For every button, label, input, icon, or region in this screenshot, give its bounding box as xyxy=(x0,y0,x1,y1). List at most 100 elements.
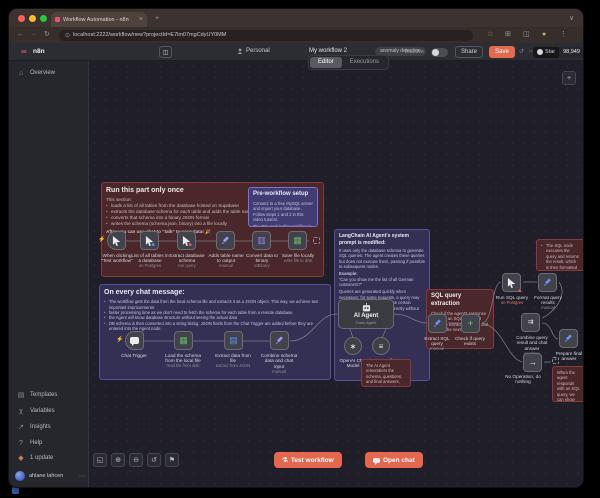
node-extract-schema[interactable] xyxy=(177,231,196,250)
panel-toggle-button[interactable]: ◫ xyxy=(159,46,172,58)
sidebar-item-templates[interactable]: ▤ Templates xyxy=(17,389,57,401)
user-menu-icon[interactable]: ⋯ xyxy=(79,473,85,480)
minimize-window-button[interactable] xyxy=(29,15,36,22)
node-format-results[interactable] xyxy=(538,273,557,292)
undo-icon: ↺ xyxy=(151,456,157,464)
cursor-icon xyxy=(112,236,122,246)
sidebar-item-insights[interactable]: ↗ Insights xyxy=(17,421,51,433)
node-combine-schema[interactable] xyxy=(270,331,289,350)
reload-icon[interactable]: ↻ xyxy=(44,31,50,38)
node-caption: List of all tables in a database xyxy=(131,253,168,263)
node-caption: Prepare final answer xyxy=(556,351,583,361)
breadcrumb-project[interactable]: Personal xyxy=(237,48,270,54)
n8n-logo-icon: ∞ xyxy=(21,47,27,56)
node-manual-trigger[interactable] xyxy=(107,231,126,250)
node-list-tables[interactable] xyxy=(140,231,159,250)
sidebar: ⌂ Overview ▤ Templates χ Variables ↗ Ins… xyxy=(9,61,89,488)
new-tab-button[interactable]: + xyxy=(155,15,159,22)
tab-executions[interactable]: Executions xyxy=(342,57,387,68)
browser-tab[interactable]: Workflow Automation - n8n × xyxy=(51,12,147,27)
connection-endpoint[interactable] xyxy=(313,237,320,244)
pencil-icon xyxy=(433,319,442,328)
trigger-bolt-icon: ⚡ xyxy=(98,236,105,243)
node-caption: Load the schema from the local file xyxy=(165,353,201,363)
test-workflow-button[interactable]: ⚗ Test workflow xyxy=(274,452,342,468)
github-star-widget[interactable]: Star 98,949 xyxy=(533,47,584,58)
node-run-sql[interactable]: ▲ xyxy=(502,273,521,292)
panel-icon: ◫ xyxy=(163,49,169,56)
open-chat-button[interactable]: Open chat xyxy=(365,452,423,468)
variables-icon: χ xyxy=(17,408,25,415)
view-tabs: Editor Executions xyxy=(308,55,389,70)
brand-name: n8n xyxy=(33,48,45,55)
tab-title: Workflow Automation - n8n xyxy=(63,17,136,23)
sidebar-item-variables[interactable]: χ Variables xyxy=(17,405,55,417)
downloads-icon[interactable]: ◫ xyxy=(523,31,530,38)
fit-view-icon: ◱ xyxy=(97,456,104,464)
node-convert-binary[interactable]: ▥ xyxy=(252,231,271,250)
node-chat-trigger[interactable] xyxy=(125,331,144,350)
sidebar-item-overview[interactable]: ⌂ Overview xyxy=(17,67,55,79)
arrow-icon: → xyxy=(528,358,537,367)
share-button[interactable]: Share xyxy=(455,46,483,58)
user-menu[interactable]: ahlane lahcen ⋯ xyxy=(15,471,85,481)
sidebar-item-updates[interactable]: ◆ 1 update xyxy=(17,452,53,464)
address-bar[interactable]: ⊙ localhost:2222/workflow/new?projectId=… xyxy=(59,30,473,41)
tab-editor[interactable]: Editor xyxy=(310,57,342,68)
zoom-window-button[interactable] xyxy=(40,15,47,22)
forward-icon[interactable]: → xyxy=(30,31,37,38)
close-tab-icon[interactable]: × xyxy=(139,16,143,23)
insights-icon: ↗ xyxy=(17,423,25,431)
node-save-file[interactable]: ▦ xyxy=(288,231,307,250)
node-caption: Extract SQL query xyxy=(424,336,449,346)
desktop-file-icon[interactable] xyxy=(12,487,19,494)
node-caption: Chat Trigger xyxy=(121,353,147,358)
node-prepare-answer[interactable] xyxy=(559,329,578,348)
node-check-query[interactable]: + xyxy=(461,314,480,333)
node-extract-sql[interactable] xyxy=(428,314,447,333)
node-combine-result[interactable]: ⇉ xyxy=(521,313,540,332)
back-icon[interactable]: ← xyxy=(17,31,24,38)
fit-view-button[interactable]: ◱ xyxy=(93,453,107,467)
site-info-icon[interactable]: ⊙ xyxy=(65,32,70,39)
browser-toolbar: ← → ↻ ⊙ localhost:2222/workflow/new?proj… xyxy=(9,27,583,43)
node-caption: Extract database schema xyxy=(169,253,204,263)
node-add-table-name[interactable] xyxy=(216,231,235,250)
sidebar-item-help[interactable]: ? Help xyxy=(17,437,42,449)
node-openai-model[interactable]: ∗ xyxy=(344,337,362,355)
merge-icon: ⇉ xyxy=(528,319,534,326)
tidy-up-button[interactable]: ⚑ xyxy=(165,453,179,467)
node-extract-data[interactable]: ▤ xyxy=(224,331,243,350)
desktop: Workflow Automation - n8n × + ∨ ← → ↻ ⊙ … xyxy=(0,0,600,498)
add-node-button[interactable]: + xyxy=(562,71,576,85)
node-caption: No Operation, do nothing xyxy=(505,374,541,384)
node-caption: Combine schema data and chat input xyxy=(261,353,297,369)
zoom-in-icon: ⊕ xyxy=(115,456,121,464)
node-caption: Extract data from file xyxy=(215,353,251,363)
github-icon xyxy=(537,49,543,55)
node-buffer-memory[interactable]: ≡ xyxy=(372,337,390,355)
node-noop[interactable]: → xyxy=(523,353,542,372)
browser-menu-icon[interactable]: ⋮ xyxy=(560,31,567,38)
user-name: ahlane lahcen xyxy=(29,473,75,479)
node-ai-agent[interactable]: AI Agent Tools Agent xyxy=(338,299,394,329)
reset-zoom-button[interactable]: ↺ xyxy=(147,453,161,467)
zoom-out-button[interactable]: ⊖ xyxy=(129,453,143,467)
bookmark-star-icon[interactable]: ☆ xyxy=(487,31,493,38)
tab-overflow-icon[interactable]: ∨ xyxy=(569,15,574,22)
workflow-canvas[interactable]: Run this part only once This section: lo… xyxy=(89,61,584,488)
browser-tab-strip: Workflow Automation - n8n × + ∨ xyxy=(9,9,583,27)
profile-avatar-icon[interactable]: ● xyxy=(542,31,546,38)
extensions-icon[interactable]: ⊞ xyxy=(505,31,511,38)
history-icon[interactable]: ↺ xyxy=(519,48,524,55)
sticky-note-memory[interactable]: The AI Agent remembers the schema, quest… xyxy=(361,359,411,387)
close-window-button[interactable] xyxy=(18,15,25,22)
save-button[interactable]: Save xyxy=(489,46,515,58)
node-load-schema[interactable]: ▦ xyxy=(174,331,193,350)
zoom-in-button[interactable]: ⊕ xyxy=(111,453,125,467)
write-file-icon: ▦ xyxy=(293,236,302,245)
workflow-name[interactable]: My workflow 2 xyxy=(309,48,347,54)
chat-bubble-icon xyxy=(373,458,380,463)
active-toggle[interactable] xyxy=(431,48,448,57)
memory-icon: ≡ xyxy=(379,342,384,351)
